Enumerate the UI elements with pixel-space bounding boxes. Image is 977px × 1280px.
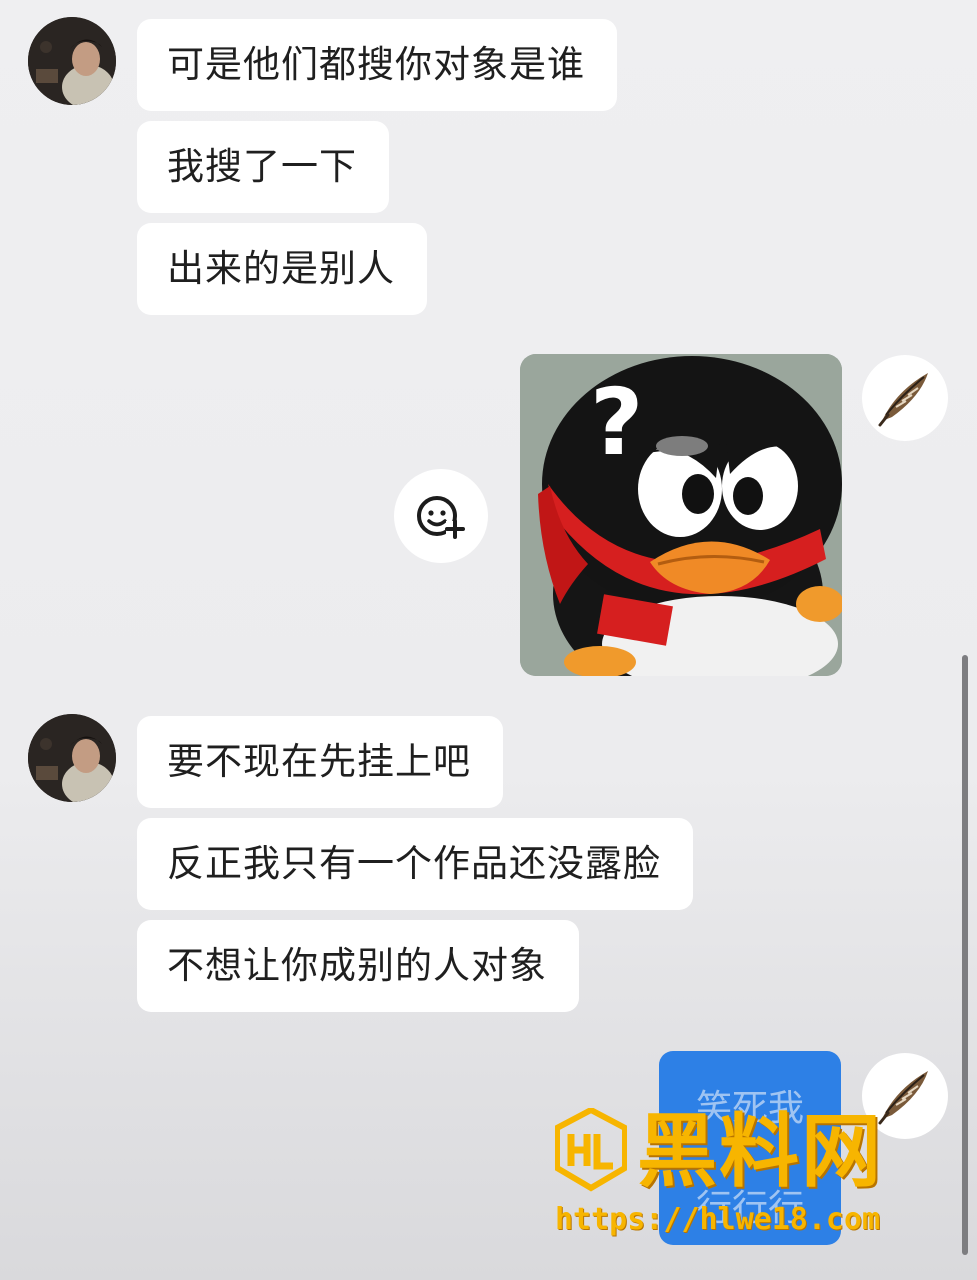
my-avatar[interactable] [862, 355, 948, 441]
message-bubble-received[interactable]: 我搜了一下 [137, 121, 389, 213]
feather-icon [878, 373, 928, 427]
message-bubble-received[interactable]: 不想让你成别的人对象 [137, 920, 579, 1012]
watermark-title: 黑料网 [637, 1105, 883, 1198]
question-mark-glyph: ? [590, 369, 643, 476]
add-emoji-button[interactable] [394, 469, 488, 563]
message-bubble-received[interactable]: 出来的是别人 [137, 223, 427, 315]
add-emoji-icon [417, 496, 465, 539]
penguin-sticker[interactable]: ? [520, 354, 842, 676]
watermark-logo-icon [555, 1108, 627, 1192]
scrollbar[interactable] [962, 655, 968, 1255]
watermark-url: https://hlwe18.com [555, 1202, 881, 1237]
message-bubble-received[interactable]: 反正我只有一个作品还没露脸 [137, 818, 693, 910]
watermark: 黑料网 https://hlwe18.com [555, 1105, 945, 1238]
qq-penguin-icon: ? [520, 354, 842, 676]
contact-avatar[interactable] [28, 17, 116, 105]
message-bubble-received[interactable]: 要不现在先挂上吧 [137, 716, 503, 808]
contact-avatar[interactable] [28, 714, 116, 802]
message-bubble-received[interactable]: 可是他们都搜你对象是谁 [137, 19, 617, 111]
